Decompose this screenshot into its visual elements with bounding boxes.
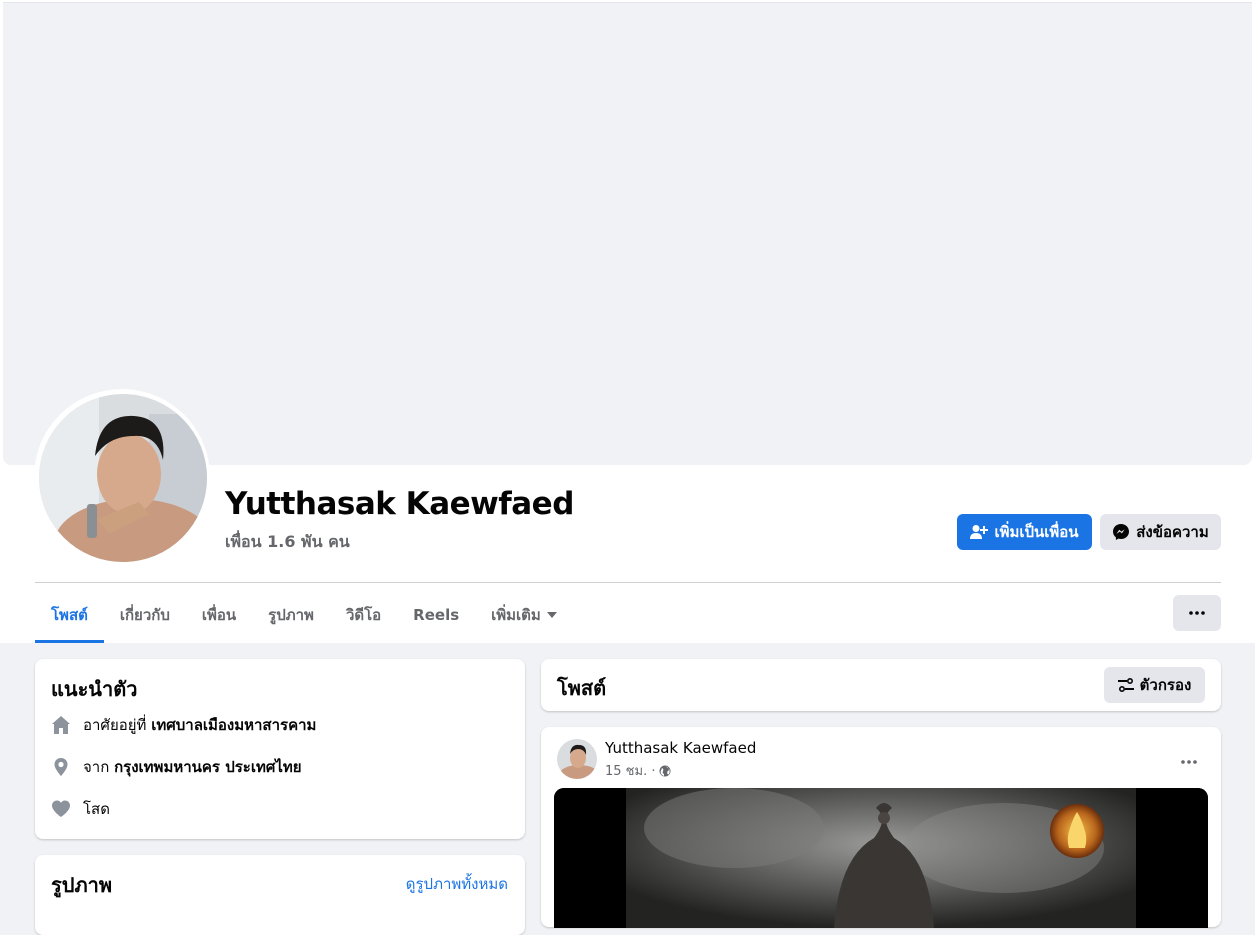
intro-card: แนะนำตัว อาศัยอยู่ที่ เทศบาลเมืองมหาสารค… (35, 659, 525, 839)
tab-more[interactable]: เพิ่มเติม (475, 590, 573, 640)
tab-friends[interactable]: เพื่อน (186, 590, 252, 640)
filter-button[interactable]: ตัวกรอง (1104, 667, 1205, 703)
post-options-button[interactable] (1181, 749, 1197, 768)
messenger-icon (1113, 524, 1130, 540)
post-meta: 15 ชม. · (605, 760, 671, 781)
intro-title: แนะนำตัว (51, 677, 138, 701)
profile-tabs: โพสต์ เกี่ยวกับ เพื่อน รูปภาพ วิดีโอ Ree… (35, 590, 573, 643)
photos-card: รูปภาพ ดูรูปภาพทั้งหมด (35, 855, 525, 935)
photos-title: รูปภาพ (51, 873, 113, 897)
tab-videos[interactable]: วิดีโอ (330, 590, 397, 640)
post-author-name[interactable]: Yutthasak Kaewfaed (605, 739, 756, 757)
caret-down-icon (546, 612, 557, 618)
filter-icon (1117, 678, 1134, 692)
add-friend-icon (970, 525, 989, 539)
from-link[interactable]: กรุงเทพมหานคร ประเทศไทย (114, 758, 302, 776)
globe-icon (659, 765, 671, 776)
tab-photos[interactable]: รูปภาพ (252, 590, 330, 640)
home-icon (52, 716, 70, 734)
add-friend-label: เพิ่มเป็นเพื่อน (994, 523, 1079, 541)
posts-header-card: โพสต์ ตัวกรอง (541, 659, 1221, 711)
header-divider (35, 582, 1221, 583)
intro-lives-in: อาศัยอยู่ที่ เทศบาลเมืองมหาสารคาม (51, 713, 316, 737)
post-time[interactable]: 15 ชม. · (605, 760, 655, 781)
tab-about[interactable]: เกี่ยวกับ (104, 590, 186, 640)
tab-reels[interactable]: Reels (397, 590, 475, 640)
message-button[interactable]: ส่งข้อความ (1100, 514, 1221, 550)
ellipsis-icon (1189, 611, 1205, 615)
cover-photo[interactable] (3, 2, 1252, 465)
add-friend-button[interactable]: เพิ่มเป็นเพื่อน (957, 514, 1092, 550)
see-all-photos-link[interactable]: ดูรูปภาพทั้งหมด (406, 872, 508, 896)
ellipsis-icon (1181, 760, 1197, 764)
tab-posts[interactable]: โพสต์ (35, 590, 104, 643)
more-options-button[interactable] (1173, 595, 1221, 631)
profile-name: Yutthasak Kaewfaed (225, 486, 574, 522)
location-pin-icon (54, 758, 68, 776)
posts-title: โพสต์ (557, 676, 607, 700)
post-video[interactable] (554, 788, 1208, 928)
intro-relationship: โสด (51, 797, 110, 821)
post-card: Yutthasak Kaewfaed 15 ชม. · (541, 727, 1221, 928)
avatar[interactable] (39, 394, 207, 562)
lives-in-link[interactable]: เทศบาลเมืองมหาสารคาม (151, 716, 316, 734)
message-label: ส่งข้อความ (1136, 523, 1209, 541)
heart-icon (52, 800, 70, 817)
friends-count[interactable]: เพื่อน 1.6 พัน คน (225, 530, 350, 555)
post-author-avatar[interactable] (557, 739, 597, 779)
intro-from: จาก กรุงเทพมหานคร ประเทศไทย (51, 755, 302, 779)
